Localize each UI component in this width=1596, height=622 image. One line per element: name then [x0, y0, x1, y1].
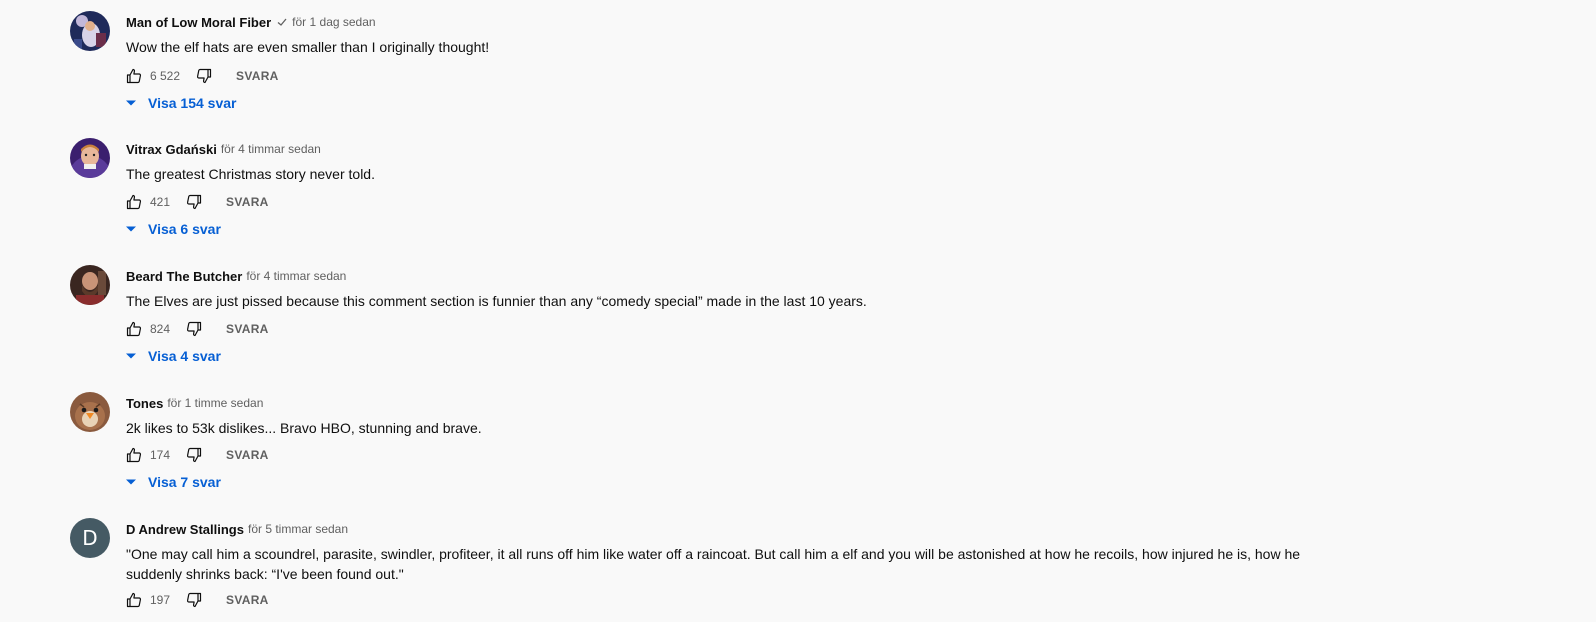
comment-text: 2k likes to 53k dislikes... Bravo HBO, s… — [126, 420, 482, 436]
caret-down-icon — [126, 224, 136, 234]
comment-header: Vitrax Gdański för 4 timmar sedan — [126, 140, 321, 158]
reply-button[interactable]: SVARA — [226, 195, 269, 209]
view-replies-button[interactable]: Visa 6 svar — [126, 219, 221, 239]
thumbs-down-icon — [196, 68, 212, 84]
avatar[interactable] — [70, 392, 110, 432]
like-button[interactable] — [126, 68, 142, 84]
dislike-button[interactable] — [186, 447, 202, 463]
author-name[interactable]: Beard The Butcher — [126, 269, 242, 284]
like-count: 174 — [150, 448, 171, 462]
like-count: 421 — [150, 195, 171, 209]
thumbs-up-icon — [126, 447, 142, 463]
thumbs-up-icon — [126, 321, 142, 337]
comment-actions: 6 522 SVARA — [126, 66, 279, 86]
author-name[interactable]: Vitrax Gdański — [126, 142, 217, 157]
comment-actions: 824 SVARA — [126, 319, 269, 339]
comment-header: Beard The Butcher för 4 timmar sedan — [126, 267, 346, 285]
comment-text: Wow the elf hats are even smaller than I… — [126, 39, 490, 55]
dislike-button[interactable] — [186, 321, 202, 337]
avatar[interactable] — [70, 138, 110, 178]
view-replies-label: Visa 6 svar — [148, 221, 221, 237]
author-name[interactable]: Man of Low Moral Fiber — [126, 15, 271, 30]
avatar-image — [70, 11, 110, 51]
comment-text: The greatest Christmas story never told. — [126, 166, 375, 182]
avatar[interactable] — [70, 11, 110, 51]
dislike-button[interactable] — [186, 592, 202, 608]
view-replies-label: Visa 154 svar — [148, 95, 237, 111]
like-count: 6 522 — [150, 69, 181, 83]
reply-button[interactable]: SVARA — [236, 69, 279, 83]
comment-header: Man of Low Moral Fiber för 1 dag sedan — [126, 13, 376, 31]
verified-check-icon — [276, 16, 288, 28]
view-replies-button[interactable]: Visa 7 svar — [126, 472, 221, 492]
view-replies-label: Visa 7 svar — [148, 474, 221, 490]
thumbs-down-icon — [186, 194, 202, 210]
reply-button[interactable]: SVARA — [226, 448, 269, 462]
comment-header: Tones för 1 timme sedan — [126, 394, 263, 412]
like-button[interactable] — [126, 194, 142, 210]
caret-down-icon — [126, 98, 136, 108]
thumbs-down-icon — [186, 592, 202, 608]
like-count: 197 — [150, 593, 171, 607]
like-button[interactable] — [126, 592, 142, 608]
like-button[interactable] — [126, 321, 142, 337]
reply-button[interactable]: SVARA — [226, 322, 269, 336]
comment-timestamp[interactable]: för 4 timmar sedan — [221, 142, 321, 156]
like-button[interactable] — [126, 447, 142, 463]
dislike-button[interactable] — [196, 68, 212, 84]
comment-text: "One may call him a scoundrel, parasite,… — [126, 546, 1301, 582]
caret-down-icon — [126, 477, 136, 487]
dislike-button[interactable] — [186, 194, 202, 210]
comment-actions: 174 SVARA — [126, 445, 269, 465]
thumbs-down-icon — [186, 321, 202, 337]
reply-button[interactable]: SVARA — [226, 593, 269, 607]
thumbs-up-icon — [126, 194, 142, 210]
comment-actions: 197 SVARA — [126, 590, 269, 610]
thumbs-up-icon — [126, 68, 142, 84]
comment-timestamp[interactable]: för 5 timmar sedan — [248, 522, 348, 536]
avatar[interactable]: D — [70, 518, 110, 558]
author-name[interactable]: Tones — [126, 396, 163, 411]
comment-header: D Andrew Stallings för 5 timmar sedan — [126, 520, 348, 538]
like-count: 824 — [150, 322, 171, 336]
avatar[interactable] — [70, 265, 110, 305]
avatar-image — [70, 265, 110, 305]
avatar-image — [70, 138, 110, 178]
avatar-letter: D — [82, 526, 98, 550]
comment-thread-list: Man of Low Moral Fiber för 1 dag sedan W… — [0, 0, 1596, 622]
thumbs-down-icon — [186, 447, 202, 463]
view-replies-button[interactable]: Visa 154 svar — [126, 93, 237, 113]
comment-text: The Elves are just pissed because this c… — [126, 293, 867, 309]
comment-timestamp[interactable]: för 4 timmar sedan — [246, 269, 346, 283]
caret-down-icon — [126, 351, 136, 361]
view-replies-label: Visa 4 svar — [148, 348, 221, 364]
comment-timestamp[interactable]: för 1 dag sedan — [292, 15, 375, 29]
avatar-image — [70, 392, 110, 432]
author-name[interactable]: D Andrew Stallings — [126, 522, 244, 537]
comment-timestamp[interactable]: för 1 timme sedan — [167, 396, 263, 410]
thumbs-up-icon — [126, 592, 142, 608]
comment-actions: 421 SVARA — [126, 192, 269, 212]
view-replies-button[interactable]: Visa 4 svar — [126, 346, 221, 366]
